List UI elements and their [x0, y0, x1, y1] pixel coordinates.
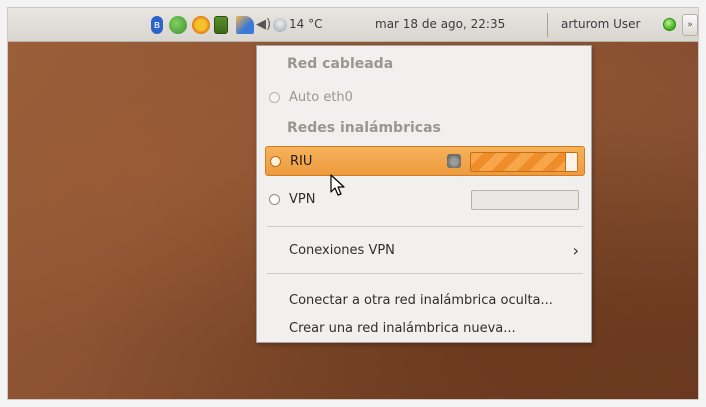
network-label: RIU [290, 154, 313, 169]
screen: ʙ ◀) 14 °C mar 18 de ago, 22:35 arturom … [7, 7, 699, 400]
temperature-label[interactable]: 14 °C [289, 17, 322, 31]
network-label: VPN [289, 192, 316, 207]
chevron-right-icon: › [572, 241, 579, 260]
signal-remainder [565, 153, 577, 171]
online-status-icon[interactable] [663, 18, 676, 31]
volume-icon[interactable]: ◀) [256, 16, 271, 34]
wired-section-title: Red cableada [287, 56, 394, 72]
bluetooth-icon[interactable]: ʙ [151, 16, 163, 34]
network-item-riu[interactable]: RIU [265, 146, 585, 176]
battery-icon[interactable] [214, 16, 228, 34]
weather-sun-icon[interactable] [192, 16, 210, 34]
vpn-connections-item[interactable]: Conexiones VPN › [265, 236, 585, 266]
lock-icon [447, 154, 461, 168]
panel-separator [547, 13, 548, 37]
vpn-connections-label: Conexiones VPN [289, 243, 395, 258]
update-icon[interactable] [169, 16, 187, 34]
user-menu-label[interactable]: arturom User [561, 17, 640, 31]
create-network-item[interactable]: Crear una red inalámbrica nueva... [265, 314, 585, 344]
radio-icon [270, 156, 281, 167]
mouse-pointer-icon [330, 174, 345, 196]
network-menu: Red cableada Auto eth0 Redes inalámbrica… [256, 45, 592, 343]
signal-strength-bar [471, 190, 579, 210]
menu-divider [267, 226, 583, 227]
top-panel: ʙ ◀) 14 °C mar 18 de ago, 22:35 arturom … [8, 8, 698, 42]
weather-icon[interactable] [273, 18, 287, 32]
signal-strength-bar [470, 152, 578, 172]
clock-label[interactable]: mar 18 de ago, 22:35 [375, 17, 505, 31]
network-icon[interactable] [236, 16, 254, 34]
wired-connection-label: Auto eth0 [289, 90, 353, 105]
connect-hidden-network-item[interactable]: Conectar a otra red inalámbrica oculta..… [265, 286, 585, 316]
connect-hidden-network-label: Conectar a otra red inalámbrica oculta..… [289, 293, 553, 308]
network-item-vpn[interactable]: VPN [265, 185, 585, 215]
create-network-label: Crear una red inalámbrica nueva... [289, 321, 516, 336]
wireless-section-title: Redes inalámbricas [287, 120, 441, 136]
menu-divider [267, 273, 583, 274]
wired-connection-item[interactable]: Auto eth0 [265, 83, 585, 113]
radio-icon [269, 194, 280, 205]
radio-icon [269, 92, 280, 103]
panel-overflow-button[interactable]: » [682, 14, 698, 36]
